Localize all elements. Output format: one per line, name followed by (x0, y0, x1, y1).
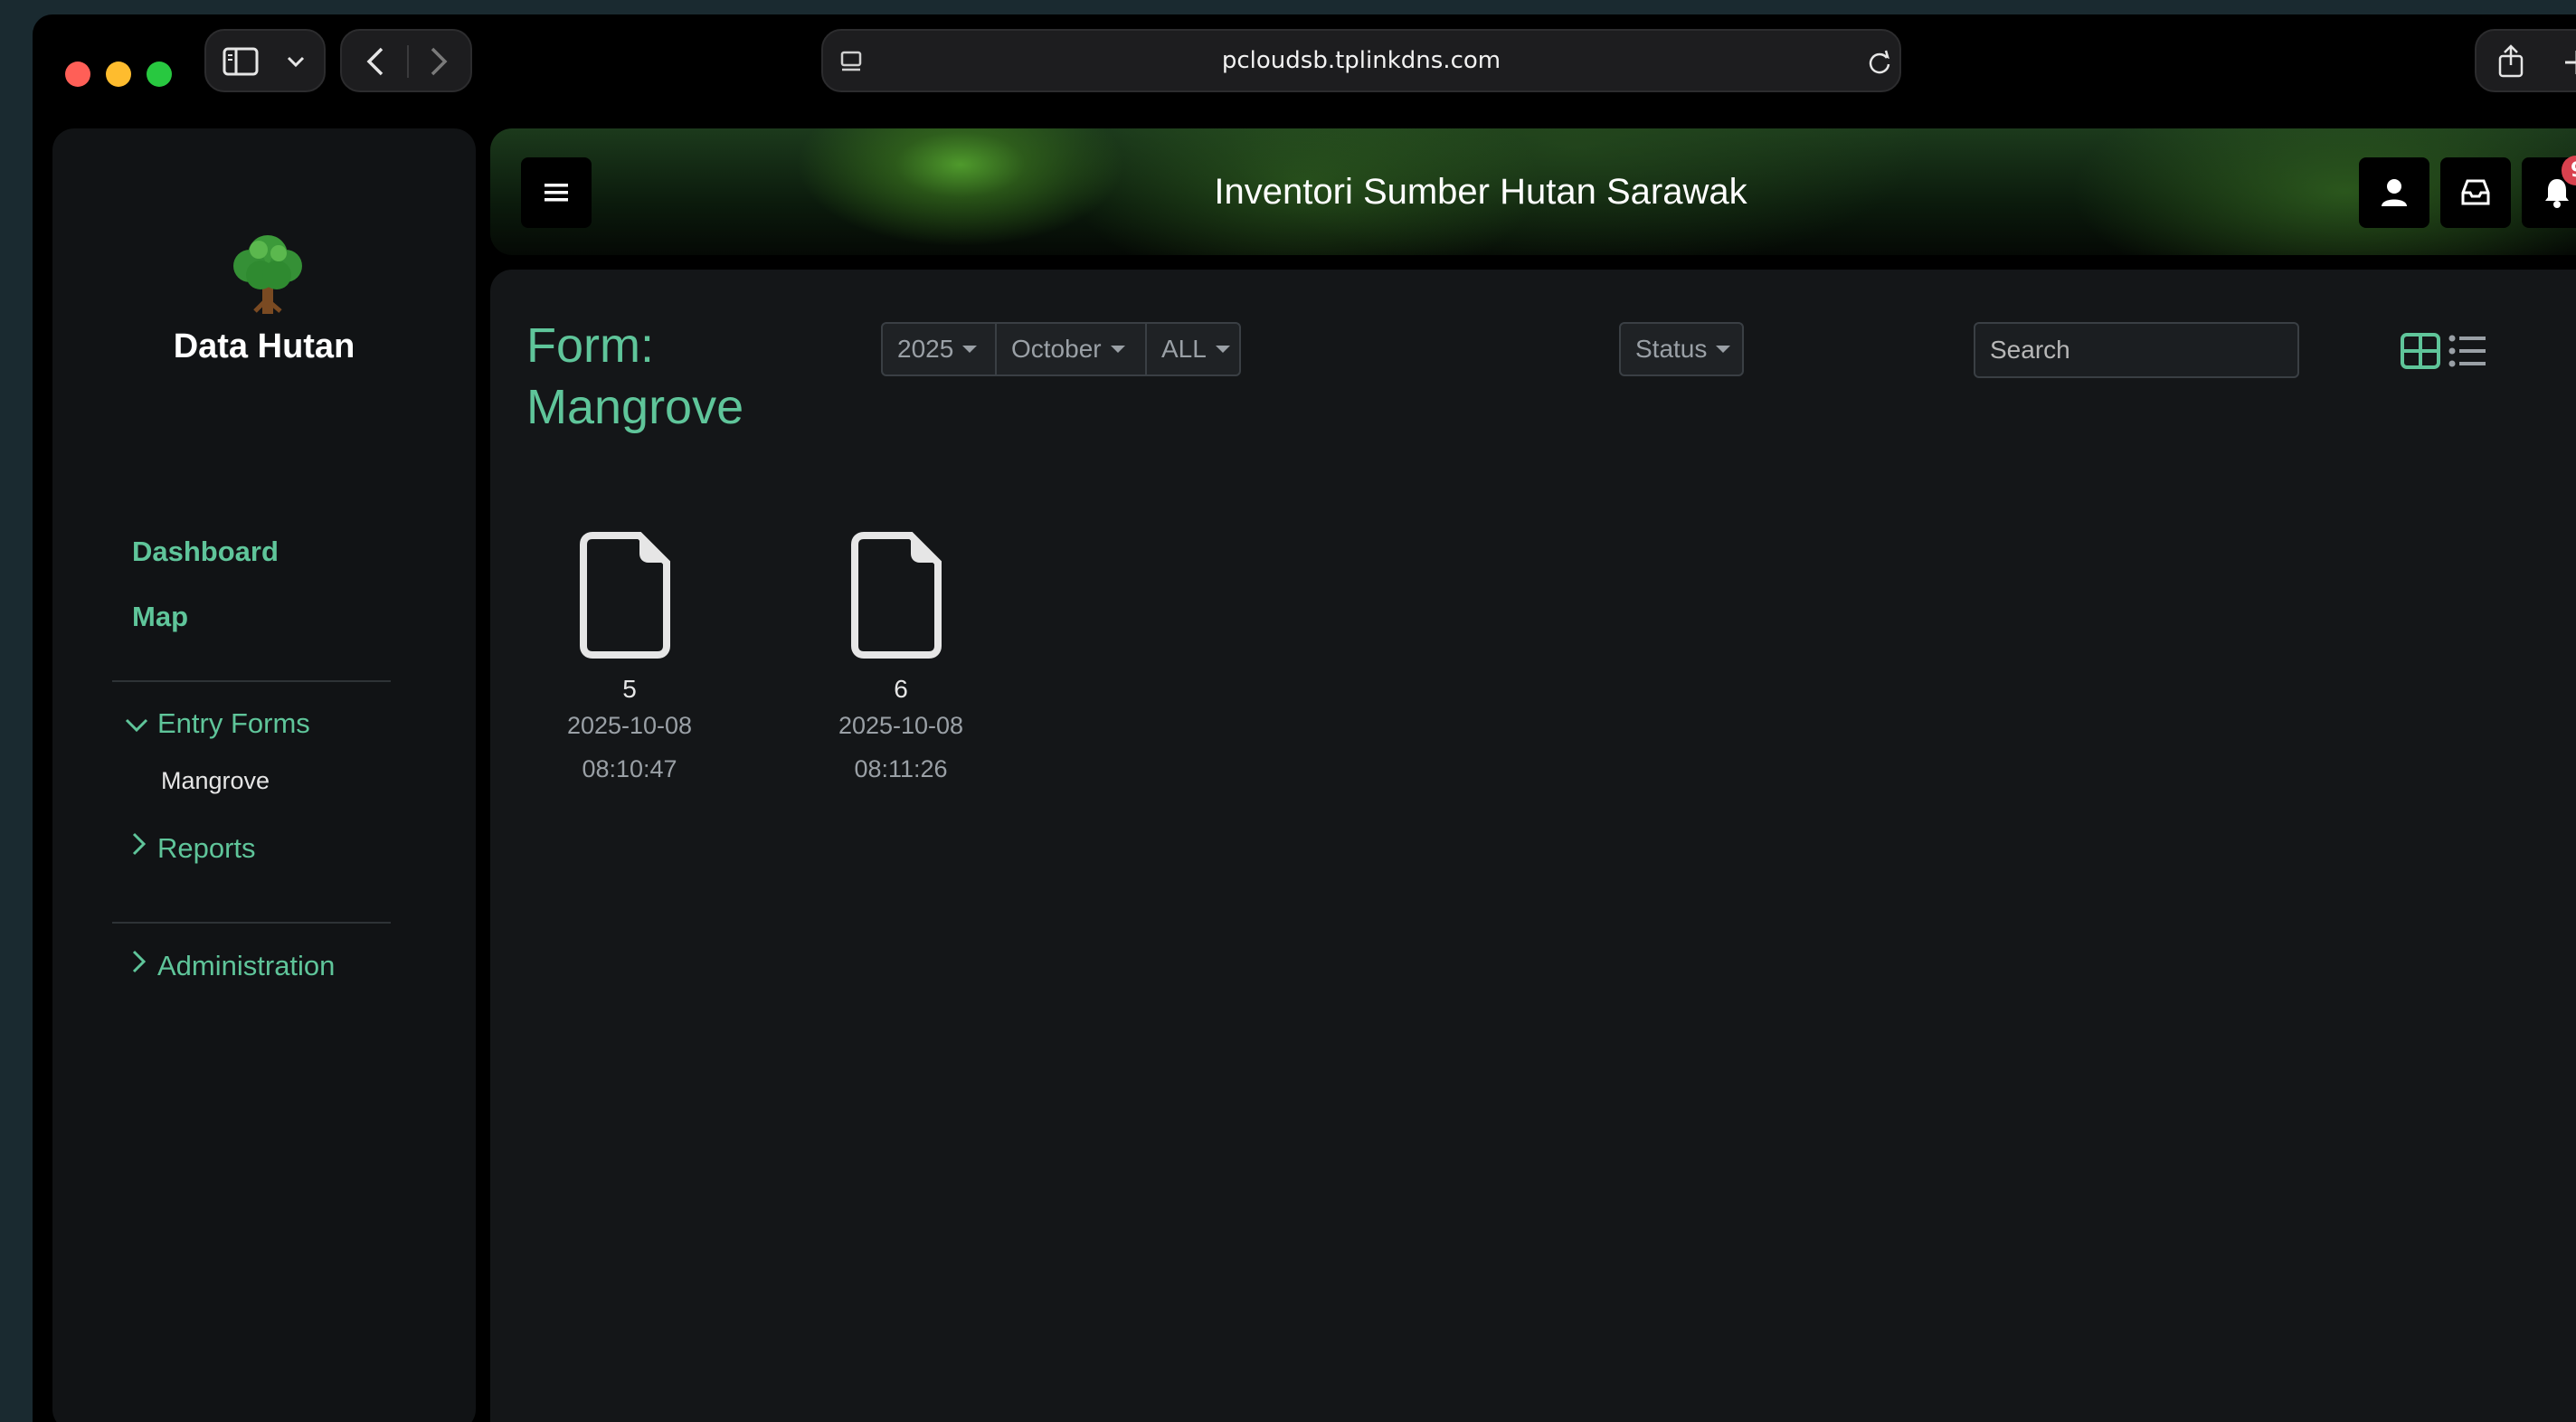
caret-down-icon (1215, 346, 1230, 353)
file-date: 2025-10-08 (566, 712, 693, 739)
file-time: 08:11:26 (854, 755, 948, 782)
close-window-button[interactable] (65, 62, 90, 87)
search-input[interactable] (1974, 322, 2299, 378)
file-date: 2025-10-08 (838, 712, 964, 739)
app-sidebar: Data Hutan Dashboard Map Entry Forms Man… (52, 128, 476, 1422)
maximize-window-button[interactable] (147, 62, 172, 87)
user-button[interactable] (2359, 157, 2429, 228)
main-panel: Form: Mangrove 2025 October ALL Status S… (490, 270, 2576, 1422)
navigation-buttons (340, 29, 472, 92)
file-time: 08:10:47 (582, 755, 677, 782)
forward-icon[interactable] (425, 45, 452, 78)
sidebar-toggle-group (204, 29, 326, 92)
nav-reports[interactable]: Reports (157, 832, 256, 865)
sidebar-divider (112, 680, 391, 682)
nav-dashboard[interactable]: Dashboard (132, 536, 279, 568)
tree-icon (233, 235, 302, 314)
new-tab-icon[interactable] (2563, 49, 2576, 76)
list-view-icon[interactable] (2448, 333, 2487, 369)
app-title: Inventori Sumber Hutan Sarawak (1214, 171, 1747, 212)
user-icon (2382, 179, 2407, 206)
year-value: 2025 (897, 335, 954, 363)
file-number: 6 (894, 675, 908, 703)
status-dropdown[interactable]: Status (1619, 322, 1744, 376)
caret-down-icon (1110, 346, 1125, 353)
nav-map[interactable]: Map (132, 601, 188, 633)
back-icon[interactable] (362, 45, 389, 78)
brand-name: Data Hutan (173, 327, 355, 365)
reload-icon[interactable] (1867, 49, 1892, 76)
file-number: 5 (622, 675, 637, 703)
share-icon[interactable] (2495, 43, 2527, 80)
nav-entry-forms[interactable]: Entry Forms (157, 707, 310, 740)
scope-dropdown[interactable]: ALL (1145, 322, 1241, 376)
inbox-icon (2461, 179, 2490, 205)
month-dropdown[interactable]: October (995, 322, 1147, 376)
grid-view-icon[interactable] (2401, 333, 2440, 369)
url-text: pcloudsb.tplinkdns.com (1221, 47, 1501, 74)
scope-value: ALL (1161, 335, 1207, 363)
sidebar-icon[interactable] (223, 47, 259, 76)
page-title: Form: Mangrove (526, 315, 816, 438)
chevron-right-icon[interactable] (128, 948, 150, 975)
caret-down-icon (962, 346, 978, 353)
minimize-window-button[interactable] (106, 62, 131, 87)
browser-window: pcloudsb.tplinkdns.com Data Hutan Dashbo… (33, 14, 2576, 1422)
file-icon (580, 532, 670, 659)
chevron-down-icon[interactable] (123, 715, 150, 736)
sidebar-divider (112, 922, 391, 924)
caret-down-icon (1716, 346, 1731, 353)
nav-divider (407, 45, 409, 78)
page-title-line2: Mangrove (526, 380, 744, 434)
file-item[interactable]: 6 2025-10-08 08:11:26 (810, 532, 991, 791)
chevron-down-icon[interactable] (286, 52, 306, 71)
app-header: Inventori Sumber Hutan Sarawak 99+ (490, 128, 2576, 255)
year-dropdown[interactable]: 2025 (881, 322, 997, 376)
file-item[interactable]: 5 2025-10-08 08:10:47 (539, 532, 720, 791)
share-group (2475, 29, 2576, 92)
inbox-button[interactable] (2440, 157, 2511, 228)
file-icon (851, 532, 942, 659)
nav-administration[interactable]: Administration (157, 950, 335, 982)
nav-mangrove[interactable]: Mangrove (161, 767, 270, 795)
address-bar[interactable]: pcloudsb.tplinkdns.com (821, 29, 1901, 92)
chevron-right-icon[interactable] (128, 830, 150, 858)
page-title-line1: Form: (526, 318, 654, 373)
status-value: Status (1635, 335, 1708, 363)
month-value: October (1011, 335, 1102, 363)
